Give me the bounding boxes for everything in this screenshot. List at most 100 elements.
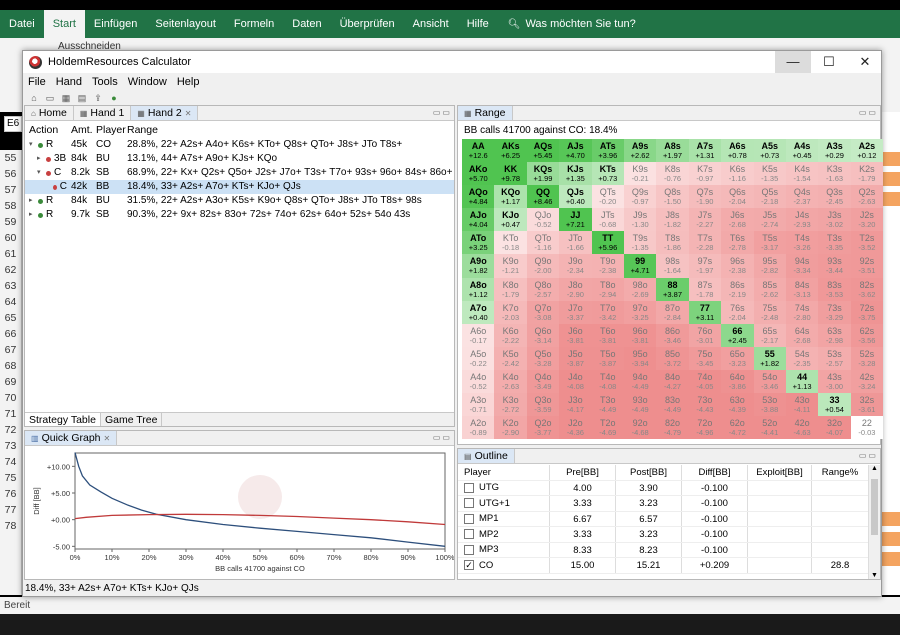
range-cell-Q8s[interactable]: Q8s -1.50 (656, 185, 689, 209)
range-cell-KJo[interactable]: KJo +0.47 (494, 208, 527, 232)
range-cell-T4o[interactable]: T4o -4.08 (591, 369, 624, 394)
row-number[interactable]: 77 (0, 502, 21, 518)
header-player[interactable]: Player (96, 122, 127, 138)
row-number[interactable]: 71 (0, 406, 21, 422)
range-cell-J7o[interactable]: J7o -3.37 (559, 300, 592, 324)
range-cell-T2o[interactable]: T2o -4.69 (591, 416, 624, 440)
range-cell-J7s[interactable]: J7s -2.27 (688, 208, 722, 232)
header-amt[interactable]: Amt. (67, 122, 96, 138)
range-cell-AJo[interactable]: AJo +4.04 (462, 208, 495, 232)
menu-tools[interactable]: Tools (87, 76, 123, 88)
title-bar[interactable]: HoldemResources Calculator — ☐ ✕ (23, 51, 881, 73)
row-number[interactable]: 55 (0, 150, 21, 166)
range-cell-T3o[interactable]: T3o -4.49 (591, 393, 624, 417)
tab-range[interactable]: ▦ Range (458, 106, 513, 120)
table-row[interactable]: ▸ R 9.7k SB 90.3%, 22+ 9x+ 82s+ 83o+ 72s+ 74… (25, 208, 454, 222)
range-cell-52s[interactable]: 52s -3.28 (850, 346, 884, 370)
range-cell-K4s[interactable]: K4s -1.54 (785, 162, 819, 186)
range-cell-K4o[interactable]: K4o -2.63 (494, 369, 527, 394)
range-cell-A9o[interactable]: A9o +1.82 (462, 254, 495, 278)
range-cell-QTs[interactable]: QTs -0.20 (591, 185, 624, 209)
range-cell-93o[interactable]: 93o -4.49 (623, 393, 657, 417)
range-cell-95s[interactable]: 95s -2.82 (753, 254, 786, 278)
range-cell-A3s[interactable]: A3s +0.29 (818, 139, 851, 163)
row-number[interactable]: 76 (0, 486, 21, 502)
row-number[interactable]: 57 (0, 182, 21, 198)
range-cell-J4s[interactable]: J4s -2.93 (785, 208, 819, 232)
range-cell-62o[interactable]: 62o -4.72 (721, 416, 754, 440)
range-cell-J3o[interactable]: J3o -4.17 (559, 393, 592, 417)
range-cell-QJs[interactable]: QJs +0.40 (559, 185, 592, 209)
player-checkbox[interactable] (464, 498, 474, 509)
range-cell-J2o[interactable]: J2o -4.36 (559, 416, 592, 440)
range-cell-88[interactable]: 88 +3.87 (656, 277, 689, 301)
scroll-down-icon[interactable]: ▼ (871, 572, 878, 579)
range-cell-92o[interactable]: 92o -4.68 (623, 416, 657, 440)
range-cell-64o[interactable]: 64o -3.86 (721, 369, 754, 394)
range-cell-44[interactable]: 44 +1.13 (785, 369, 819, 394)
range-cell-65o[interactable]: 65o -3.23 (721, 346, 754, 370)
range-cell-T4s[interactable]: T4s -3.26 (785, 231, 819, 255)
row-number[interactable]: 70 (0, 390, 21, 406)
row-number[interactable]: 59 (0, 214, 21, 230)
range-cell-Q8o[interactable]: Q8o -2.57 (526, 277, 560, 301)
range-cell-JJ[interactable]: JJ +7.21 (559, 208, 592, 232)
range-cell-K5o[interactable]: K5o -2.42 (494, 346, 527, 370)
range-cell-JTo[interactable]: JTo -1.66 (559, 231, 592, 255)
menu-hand[interactable]: Hand (51, 76, 87, 88)
range-cell-99[interactable]: 99 +4.71 (623, 254, 657, 278)
range-cell-T8s[interactable]: T8s -1.86 (656, 231, 689, 255)
panel-controls[interactable]: ▭▭ (433, 108, 452, 117)
range-cell-73s[interactable]: 73s -3.29 (818, 300, 851, 324)
menu-help[interactable]: Help (172, 76, 205, 88)
export-icon[interactable]: ⇪ (93, 93, 103, 103)
outline-header-cell[interactable]: Post[BB] (616, 465, 682, 480)
range-cell-ATs[interactable]: ATs +3.96 (591, 139, 624, 163)
outline-header-cell[interactable]: Range% (812, 465, 868, 480)
range-cell-QQ[interactable]: QQ +8.46 (526, 185, 560, 209)
range-cell-98o[interactable]: 98o -2.69 (623, 277, 657, 301)
range-cell-J5s[interactable]: J5s -2.74 (753, 208, 786, 232)
range-cell-J8o[interactable]: J8o -2.90 (559, 277, 592, 301)
player-checkbox[interactable] (464, 513, 474, 524)
row-number[interactable]: 67 (0, 342, 21, 358)
range-cell-53o[interactable]: 53o -3.88 (753, 393, 786, 417)
header-action[interactable]: Action (25, 122, 67, 138)
range-cell-84o[interactable]: 84o -4.27 (656, 369, 689, 394)
range-cell-65s[interactable]: 65s -2.17 (753, 323, 786, 347)
range-cell-73o[interactable]: 73o -4.43 (688, 393, 722, 417)
ribbon-tab-1[interactable]: Start (43, 10, 85, 38)
range-cell-75o[interactable]: 75o -3.45 (688, 346, 722, 370)
chevron-right-icon[interactable]: ▸ (29, 208, 35, 222)
range-cell-KTo[interactable]: KTo -0.18 (494, 231, 527, 255)
ribbon-tab-4[interactable]: Formeln (225, 10, 283, 38)
range-cell-A4o[interactable]: A4o -0.52 (462, 369, 495, 394)
range-cell-A7o[interactable]: A7o +0.40 (462, 300, 495, 324)
tab-hand-1[interactable]: ▦ Hand 1 (74, 106, 132, 120)
range-cell-KTs[interactable]: KTs +0.73 (591, 162, 624, 186)
range-cell-A8s[interactable]: A8s +1.97 (656, 139, 689, 163)
range-cell-87o[interactable]: 87o -2.84 (656, 300, 689, 324)
range-cell-A4s[interactable]: A4s +0.45 (785, 139, 819, 163)
table-row[interactable]: ▾ R 45k CO 28.8%, 22+ A2s+ A4o+ K6s+ KTo+ Q8… (25, 138, 454, 152)
row-number[interactable]: 66 (0, 326, 21, 342)
range-cell-T5o[interactable]: T5o -3.87 (591, 346, 624, 370)
ribbon-tab-0[interactable]: Datei (0, 10, 44, 38)
tab-strategy-table[interactable]: Strategy Table (25, 413, 101, 426)
name-box[interactable]: E6 (4, 116, 22, 132)
panel-controls[interactable]: ▭▭ (859, 108, 878, 117)
chevron-down-icon[interactable]: ▾ (29, 138, 35, 152)
ribbon-tab-8[interactable]: Hilfe (458, 10, 498, 38)
range-cell-A8o[interactable]: A8o +1.12 (462, 277, 495, 301)
table-row[interactable]: ▸ R 84k BU 31.5%, 22+ A2s+ A3o+ K5s+ K9o+ Q8… (25, 194, 454, 208)
row-number[interactable]: 62 (0, 262, 21, 278)
range-cell-KQs[interactable]: KQs +1.99 (526, 162, 560, 186)
range-cell-82o[interactable]: 82o -4.79 (656, 416, 689, 440)
range-cell-96s[interactable]: 96s -2.38 (721, 254, 754, 278)
row-number[interactable]: 56 (0, 166, 21, 182)
range-cell-AKo[interactable]: AKo +5.70 (462, 162, 495, 186)
range-cell-A5s[interactable]: A5s +0.73 (753, 139, 786, 163)
range-cell-Q5o[interactable]: Q5o -3.28 (526, 346, 560, 370)
range-cell-Q3s[interactable]: Q3s -2.45 (818, 185, 851, 209)
range-cell-54o[interactable]: 54o -3.46 (753, 369, 786, 394)
